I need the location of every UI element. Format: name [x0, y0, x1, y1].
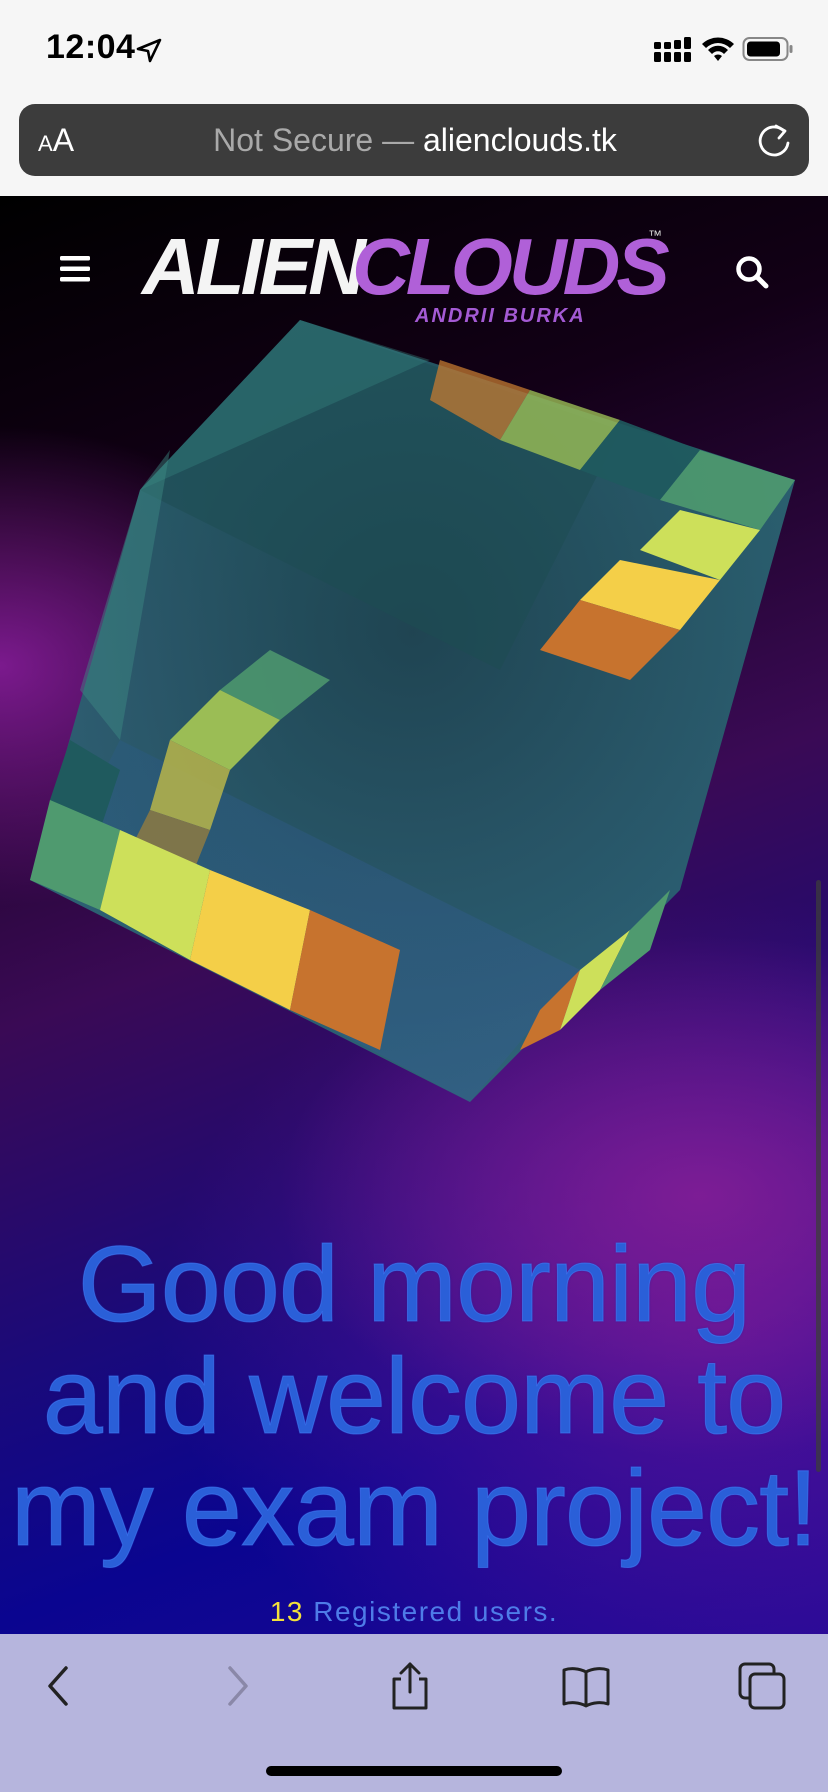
hamburger-menu-icon[interactable]: [58, 254, 92, 284]
rotating-cube-graphic: [30, 320, 795, 1102]
battery-icon: [742, 37, 793, 61]
svg-text:™: ™: [648, 227, 662, 243]
share-icon[interactable]: [384, 1660, 436, 1712]
user-count: 13: [269, 1596, 304, 1627]
home-indicator[interactable]: [266, 1766, 562, 1776]
user-count-label: Registered users.: [313, 1596, 559, 1627]
reload-icon[interactable]: [756, 122, 792, 160]
tabs-icon[interactable]: [736, 1660, 788, 1712]
site-logo[interactable]: ALIEN CLOUDS ™ ANDRII BURKA: [140, 222, 670, 332]
search-icon[interactable]: [734, 254, 770, 290]
url-field[interactable]: Not Secure — alienclouds.tk: [100, 104, 730, 176]
scrollbar-thumb[interactable]: [816, 880, 821, 1472]
wifi-icon: [702, 37, 734, 61]
svg-text:ANDRII BURKA: ANDRII BURKA: [414, 305, 586, 327]
svg-text:ALIEN: ALIEN: [140, 222, 368, 311]
domain-label: alienclouds.tk: [422, 122, 617, 158]
forward-icon[interactable]: [210, 1660, 262, 1712]
reader-view-button[interactable]: AA: [38, 122, 84, 158]
signal-icon: [654, 37, 691, 62]
welcome-headline: Good morning and welcome to my exam proj…: [0, 1223, 828, 1568]
headline-line-1: Good morning: [77, 1223, 751, 1344]
headline-line-3: my exam project!: [10, 1447, 818, 1568]
headline-line-2: and welcome to: [42, 1335, 786, 1456]
bookmarks-icon[interactable]: [560, 1660, 612, 1712]
security-label: Not Secure —: [213, 122, 415, 158]
svg-text:CLOUDS: CLOUDS: [352, 222, 669, 311]
registered-users-text: 13 Registered users.: [0, 1596, 828, 1628]
location-arrow-icon: [136, 38, 162, 63]
back-icon[interactable]: [34, 1660, 86, 1712]
status-time: 12:04: [46, 28, 136, 66]
